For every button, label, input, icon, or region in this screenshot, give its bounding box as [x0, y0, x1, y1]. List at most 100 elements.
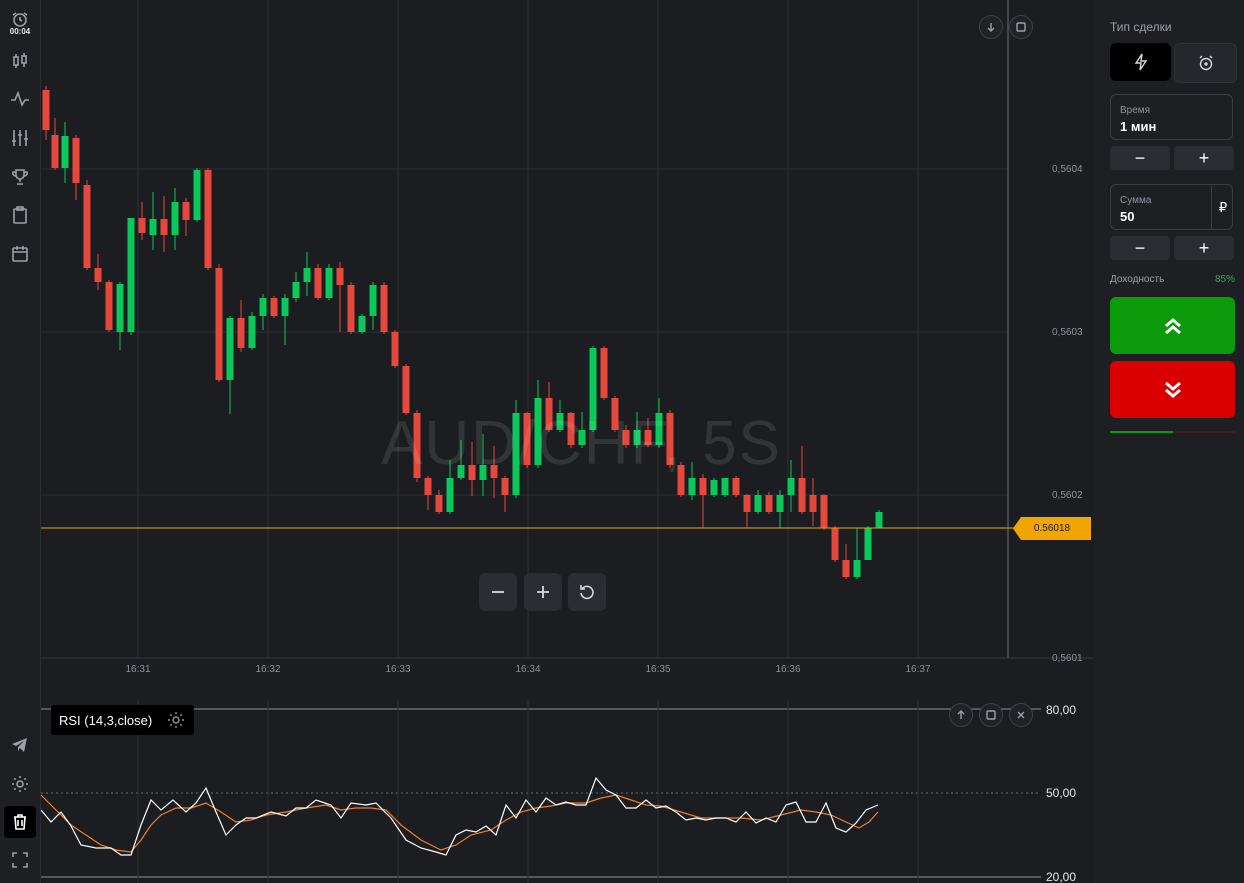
time-tick: 16:37: [905, 664, 931, 675]
candle-body: [72, 138, 80, 183]
price-tick: 0,5604: [1052, 164, 1083, 175]
scroll-down-icon[interactable]: [979, 15, 1003, 39]
candle-body: [325, 268, 333, 298]
amount-increase-button[interactable]: +: [1174, 236, 1234, 260]
zoom-in-button[interactable]: [524, 573, 562, 611]
candle-body: [424, 478, 432, 495]
candle-body: [160, 219, 168, 235]
fullscreen-icon[interactable]: [4, 844, 36, 876]
candle-body: [314, 268, 322, 298]
candle-body: [688, 478, 696, 495]
candle-body: [743, 495, 751, 512]
reset-zoom-button[interactable]: [568, 573, 606, 611]
price-tick: 0,5601: [1052, 653, 1083, 664]
rsi-indicator-label[interactable]: RSI (14,3,close): [51, 705, 195, 735]
chart-area[interactable]: AUD/CHF, 5S 0,5604 0,5603 0,5602 0,5601 …: [41, 0, 1094, 883]
candle-body: [875, 512, 883, 528]
sell-down-button[interactable]: [1110, 361, 1235, 418]
candle-body: [765, 495, 773, 512]
candle-body: [732, 478, 740, 495]
time-tick: 16:34: [515, 664, 541, 675]
candle-body: [51, 135, 59, 168]
candle-body: [402, 366, 410, 413]
candle-body: [292, 282, 300, 298]
candle-body: [270, 298, 278, 316]
clipboard-icon[interactable]: [4, 199, 36, 231]
candle-body: [61, 136, 69, 168]
calendar-icon[interactable]: [4, 238, 36, 270]
candle-body: [831, 528, 839, 560]
time-increase-button[interactable]: +: [1174, 146, 1234, 170]
candle-body: [149, 219, 157, 235]
lightning-icon: [1134, 53, 1147, 71]
telegram-icon[interactable]: [4, 729, 36, 761]
trade-panel: Тип сделки Время 1 мин − + Сумма 50 ₽ − …: [1094, 0, 1244, 883]
amount-decrease-button[interactable]: −: [1110, 236, 1170, 260]
candle-body: [853, 560, 861, 577]
candle-body: [798, 478, 806, 512]
settings-icon[interactable]: [4, 768, 36, 800]
candle-body: [710, 480, 718, 495]
candle-body: [204, 170, 212, 268]
sentiment-bar: [1110, 431, 1235, 433]
amount-field-value: 50: [1120, 209, 1135, 224]
timer-value: 00:04: [9, 27, 31, 36]
rsi-maximize-icon[interactable]: [979, 703, 1003, 727]
rsi-close-icon[interactable]: [1009, 703, 1033, 727]
candlestick-icon[interactable]: [4, 45, 36, 77]
zoom-out-button[interactable]: [479, 573, 517, 611]
candle-body: [787, 478, 795, 495]
candle-body: [809, 495, 817, 512]
candle-body: [171, 202, 179, 235]
candle-body: [600, 348, 608, 398]
indicator-icon[interactable]: [4, 83, 36, 115]
amount-field-label: Сумма: [1120, 195, 1152, 206]
candle-body: [105, 282, 113, 330]
candle-body: [347, 285, 355, 332]
candle-body: [215, 268, 223, 380]
candle-body: [435, 495, 443, 512]
candle-body: [182, 202, 190, 220]
candle-body: [226, 318, 234, 380]
candle-body: [501, 478, 509, 495]
time-field-label: Время: [1120, 105, 1151, 116]
double-chevron-down-icon: [1164, 381, 1181, 398]
time-tick: 16:31: [125, 664, 151, 675]
candle-body: [248, 316, 256, 348]
sliders-icon[interactable]: [4, 122, 36, 154]
time-tick: 16:32: [255, 664, 281, 675]
candle-body: [864, 528, 872, 560]
candle-body: [721, 478, 729, 495]
candle-body: [237, 318, 245, 348]
time-tick: 16:36: [775, 664, 801, 675]
rsi-level: 50,00: [1046, 786, 1077, 800]
candle-body: [127, 218, 135, 332]
rsi-move-up-icon[interactable]: [949, 703, 973, 727]
instant-trade-button[interactable]: [1110, 43, 1171, 81]
candle-body: [83, 185, 91, 268]
candle-body: [369, 285, 377, 316]
candle-body: [699, 478, 707, 495]
candle-body: [754, 495, 762, 512]
candle-body: [842, 560, 850, 577]
time-field[interactable]: Время 1 мин: [1110, 94, 1233, 140]
currency-selector[interactable]: ₽: [1211, 186, 1234, 230]
expand-icon[interactable]: [1009, 15, 1033, 39]
buy-up-button[interactable]: [1110, 297, 1235, 354]
candle-body: [820, 495, 828, 528]
rsi-settings-icon[interactable]: [166, 710, 186, 730]
candle-body: [116, 284, 124, 332]
double-chevron-up-icon: [1164, 317, 1181, 334]
sentiment-bar-fill: [1110, 431, 1173, 433]
trash-icon[interactable]: [4, 806, 36, 838]
candle-body: [336, 268, 344, 285]
yield-value: 85%: [1215, 274, 1236, 285]
timed-trade-button[interactable]: [1174, 43, 1237, 83]
candle-body: [446, 478, 454, 512]
trophy-icon[interactable]: [4, 161, 36, 193]
time-decrease-button[interactable]: −: [1110, 146, 1170, 170]
rsi-label-text: RSI (14,3,close): [59, 712, 153, 728]
yield-label: Доходность: [1110, 274, 1165, 285]
candle-body: [138, 218, 146, 233]
rsi-signal-line: [41, 794, 879, 853]
